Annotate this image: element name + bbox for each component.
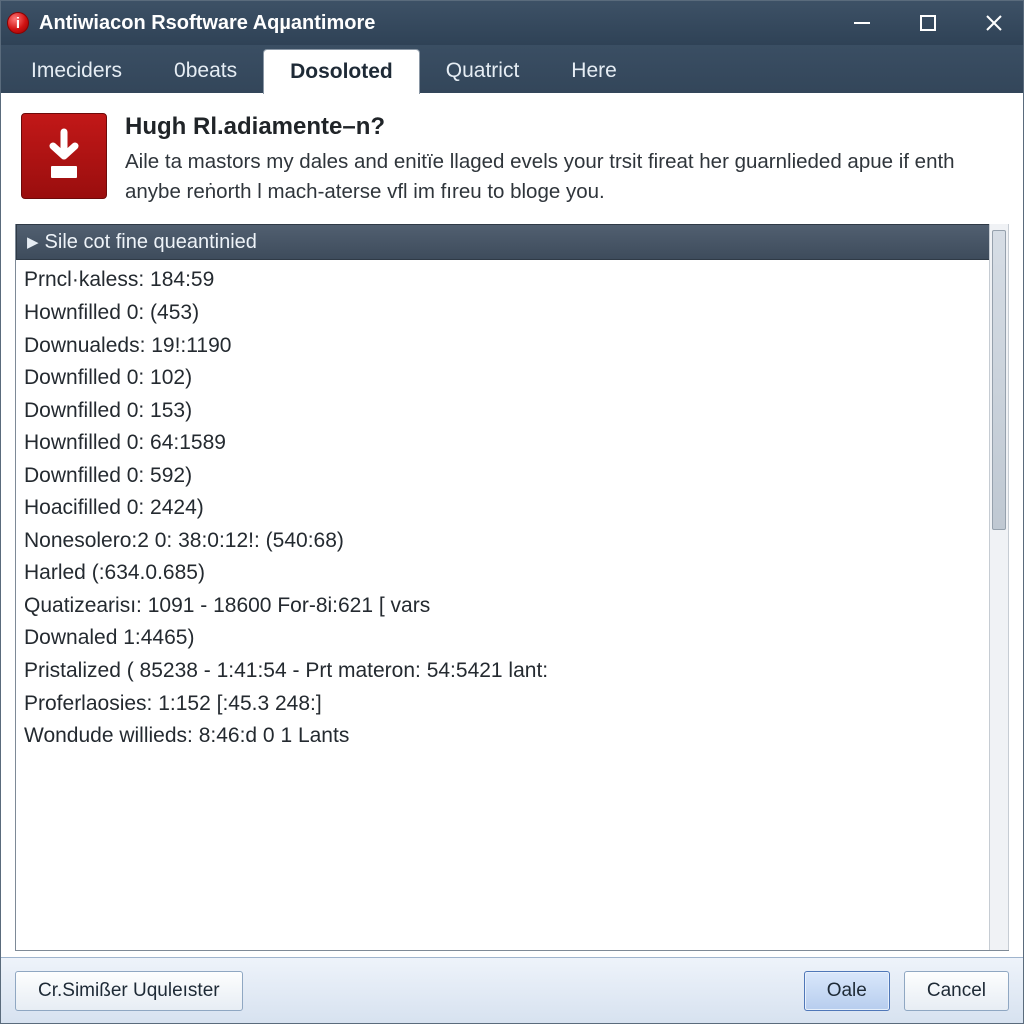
left-action-label: Cr.Simißer Uquleıster <box>38 980 220 1002</box>
tab-quatrict[interactable]: Quatrict <box>420 49 546 93</box>
primary-button[interactable]: Oale <box>804 971 890 1011</box>
banner-text: Hugh Rl.adiamente–n? Aile ta mastors my … <box>125 113 985 206</box>
log-line: Wondude willieds: 8:46:d 0 1 Lants <box>24 720 1000 753</box>
log-line: Quatizearisı: 1091 - 18600 For-8i:621 [ … <box>24 590 1000 623</box>
close-button[interactable] <box>979 8 1009 38</box>
tab-obeats[interactable]: 0beats <box>148 49 263 93</box>
log-line: Downualeds: 19!:1190 <box>24 330 1000 363</box>
download-alert-icon <box>21 113 107 199</box>
log-header[interactable]: ▶ Sile cot fine queantinied <box>16 224 1008 260</box>
log-line: Hownfilled 0: (453) <box>24 297 1000 330</box>
banner-heading: Hugh Rl.adiamente–n? <box>125 113 985 141</box>
log-line: Hoacifilled 0: 2424) <box>24 492 1000 525</box>
window-title: Antiwiacon Rsoftware Aqµantimore <box>39 12 375 35</box>
expand-icon: ▶ <box>27 233 39 251</box>
app-icon: i <box>7 12 29 34</box>
tab-here[interactable]: Here <box>545 49 643 93</box>
log-line: Downaled 1:4465) <box>24 622 1000 655</box>
cancel-button-label: Cancel <box>927 980 986 1002</box>
tabbar: Imeciders 0beats Dosoloted Quatrict Here <box>1 45 1023 93</box>
banner-description: Aile ta mastors my dales and enitïe llag… <box>125 147 985 206</box>
scrollbar-thumb[interactable] <box>992 230 1006 530</box>
log-line: Downfilled 0: 592) <box>24 460 1000 493</box>
minimize-icon <box>852 13 872 33</box>
maximize-button[interactable] <box>913 8 943 38</box>
log-line: Downfilled 0: 102) <box>24 362 1000 395</box>
log-line: Proferlaosies: 1:152 [:45.3 248:] <box>24 688 1000 721</box>
app-window: i Antiwiacon Rsoftware Aqµantimore Imeci… <box>0 0 1024 1024</box>
scrollbar[interactable] <box>989 224 1009 950</box>
log-line: Prncl·kaless: 184:59 <box>24 264 1000 297</box>
close-icon <box>984 13 1004 33</box>
log-line: Harled (:634.0.685) <box>24 557 1000 590</box>
primary-button-label: Oale <box>827 980 867 1002</box>
log-line: Hownfilled 0: 64:1589 <box>24 427 1000 460</box>
log-panel: ▶ Sile cot fine queantinied Prncl·kaless… <box>15 224 1009 951</box>
info-banner: Hugh Rl.adiamente–n? Aile ta mastors my … <box>15 109 1009 224</box>
tab-dosoloted[interactable]: Dosoloted <box>263 49 420 94</box>
content-area: Hugh Rl.adiamente–n? Aile ta mastors my … <box>1 93 1023 957</box>
footer: Cr.Simißer Uquleıster Oale Cancel <box>1 957 1023 1023</box>
left-action-button[interactable]: Cr.Simißer Uquleıster <box>15 971 243 1011</box>
log-line: Nonesolero:2 0: 38:0:12!: (540:68) <box>24 525 1000 558</box>
tab-imeciders[interactable]: Imeciders <box>5 49 148 93</box>
log-line: Pristalized ( 85238 - 1:41:54 - Prt mate… <box>24 655 1000 688</box>
cancel-button[interactable]: Cancel <box>904 971 1009 1011</box>
titlebar: i Antiwiacon Rsoftware Aqµantimore <box>1 1 1023 45</box>
log-body: Prncl·kaless: 184:59 Hownfilled 0: (453)… <box>16 260 1008 950</box>
maximize-icon <box>919 14 937 32</box>
log-header-label: Sile cot fine queantinied <box>45 231 257 254</box>
log-line: Downfilled 0: 153) <box>24 395 1000 428</box>
window-controls <box>847 8 1015 38</box>
minimize-button[interactable] <box>847 8 877 38</box>
